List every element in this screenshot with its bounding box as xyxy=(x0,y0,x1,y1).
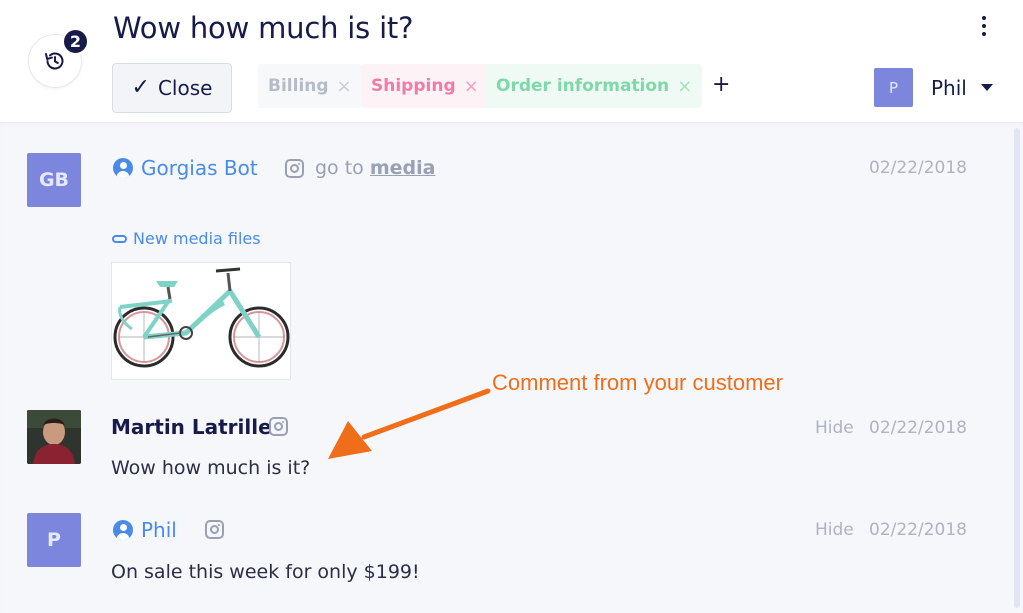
more-options-icon[interactable] xyxy=(976,14,992,38)
media-label: New media files xyxy=(133,229,261,248)
chevron-down-icon xyxy=(980,84,993,91)
avatar: GB xyxy=(27,153,81,207)
add-tag-button[interactable]: + xyxy=(712,74,730,96)
paperclip-icon xyxy=(112,234,127,243)
message-date: 02/22/2018 xyxy=(869,418,967,438)
sender-label: Gorgias Bot xyxy=(141,156,258,180)
sender-label: Martin Latrille xyxy=(111,415,272,439)
close-button-label: Close xyxy=(157,76,213,100)
instagram-icon xyxy=(205,520,224,539)
ticket-title[interactable]: Wow how much is it? xyxy=(113,11,413,45)
instagram-icon xyxy=(285,159,304,178)
message-date: 02/22/2018 xyxy=(869,520,967,540)
media-files-link[interactable]: New media files xyxy=(112,229,261,248)
bicycle-image xyxy=(113,267,290,368)
message-body: Wow how much is it? xyxy=(111,457,311,479)
scrollbar[interactable] xyxy=(1014,128,1020,608)
sender-name[interactable]: Gorgias Bot xyxy=(113,156,258,180)
avatar: P xyxy=(27,513,81,567)
hide-button[interactable]: Hide xyxy=(815,418,854,438)
user-icon xyxy=(113,520,133,540)
history-count-badge: 2 xyxy=(62,28,89,55)
sender-label: Phil xyxy=(141,518,177,542)
close-ticket-button[interactable]: ✓ Close xyxy=(112,63,232,113)
tag-billing[interactable]: Billing × xyxy=(258,64,362,108)
annotation-arrow-icon xyxy=(328,388,491,459)
customer-avatar xyxy=(27,410,81,464)
action-text: go to media xyxy=(315,157,435,179)
ticket-header: 2 Wow how much is it? ✓ Close Billing × … xyxy=(0,0,1023,122)
message-date: 02/22/2018 xyxy=(869,158,967,178)
bicycle-photo[interactable] xyxy=(111,262,291,380)
tag-shipping[interactable]: Shipping × xyxy=(361,64,489,108)
media-link[interactable]: media xyxy=(370,157,436,179)
annotation-label: Comment from your customer xyxy=(492,370,783,395)
history-icon xyxy=(45,52,64,70)
hide-button[interactable]: Hide xyxy=(815,520,854,540)
assignee-avatar: P xyxy=(874,68,913,107)
checkmark-icon: ✓ xyxy=(131,75,150,100)
sender-name[interactable]: Martin Latrille xyxy=(111,415,272,439)
remove-tag-icon[interactable]: × xyxy=(677,76,692,97)
instagram-icon xyxy=(269,417,288,436)
message-body: On sale this week for only $199! xyxy=(111,561,420,583)
assignee-name: Phil xyxy=(931,75,967,100)
sender-name[interactable]: Phil xyxy=(113,518,177,542)
user-icon xyxy=(113,158,133,178)
assignee-dropdown[interactable]: P Phil xyxy=(874,68,993,107)
tag-label: Shipping xyxy=(371,76,456,96)
tag-label: Billing xyxy=(268,76,329,96)
remove-tag-icon[interactable]: × xyxy=(464,76,479,97)
tag-label: Order information xyxy=(496,76,670,96)
tag-order-information[interactable]: Order information × xyxy=(486,64,703,108)
remove-tag-icon[interactable]: × xyxy=(337,76,352,97)
action-prefix: go to xyxy=(315,157,364,179)
